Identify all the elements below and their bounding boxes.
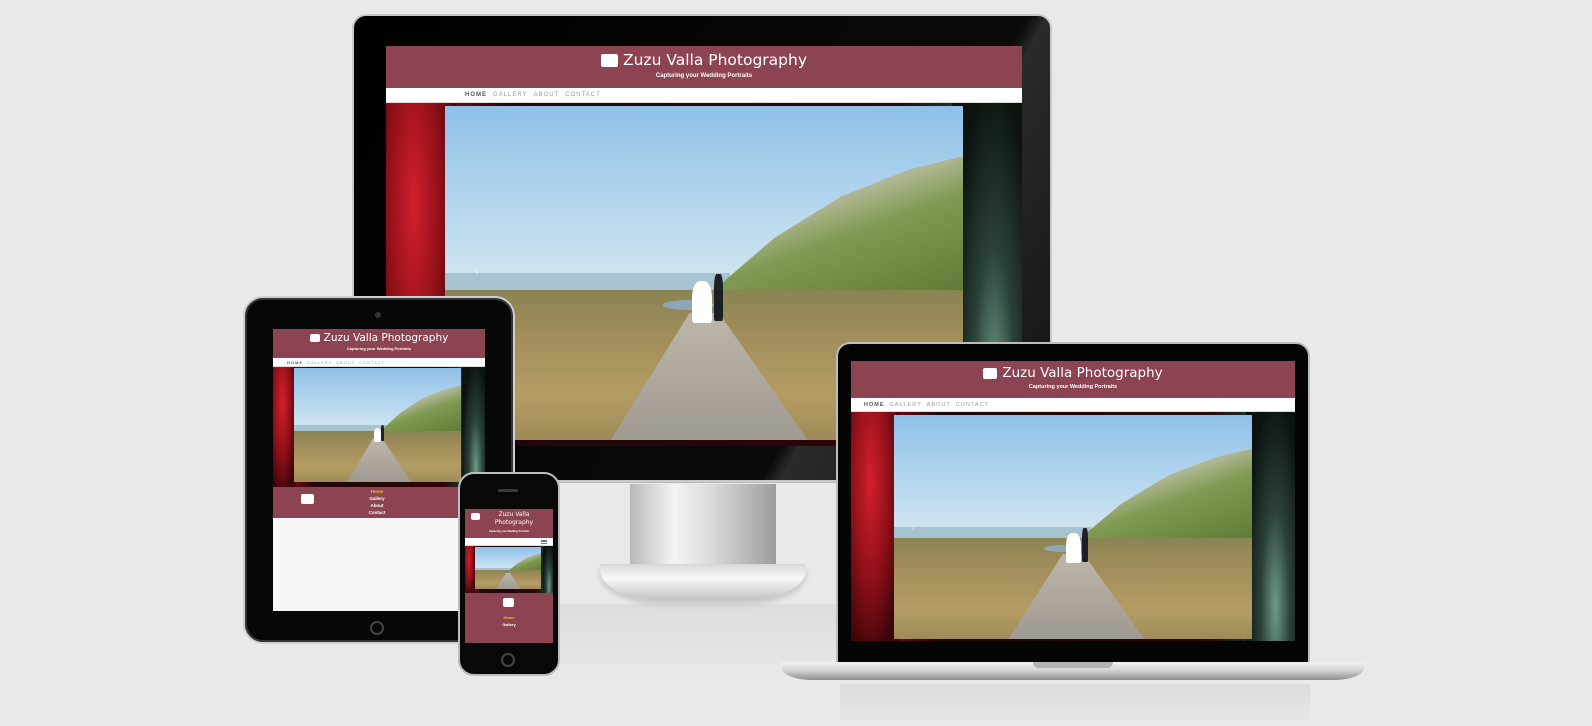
laptop-reflection: [840, 684, 1310, 726]
nav-contact[interactable]: CONTACT: [565, 92, 601, 98]
camera-icon: [600, 53, 618, 67]
main-nav: HOME GALLERY ABOUT CONTACT: [851, 398, 1295, 412]
site-tagline: Capturing your Wedding Portraits: [1028, 384, 1118, 390]
camera-icon: [309, 334, 320, 342]
nav-gallery[interactable]: GALLERY: [307, 360, 332, 365]
site-header: Zuzu Valla Photography Capturing your We…: [465, 509, 553, 538]
nav-home[interactable]: HOME: [465, 92, 487, 98]
monitor-stand-base: [600, 564, 806, 600]
rose-background: [273, 367, 297, 487]
monitor-stand-neck: [630, 484, 776, 568]
footer-camera-icon: [301, 494, 314, 504]
main-nav: HOME GALLERY ABOUT CONTACT: [273, 358, 485, 367]
nav-about[interactable]: ABOUT: [534, 92, 560, 98]
phone-speaker: [498, 489, 518, 492]
tablet-camera: [375, 312, 381, 318]
footer-camera-icon: [503, 598, 514, 607]
leaf-background: [461, 367, 485, 487]
nav-about[interactable]: ABOUT: [336, 360, 355, 365]
nav-gallery[interactable]: GALLERY: [890, 402, 922, 408]
hero-photo[interactable]: ‹: [894, 415, 1252, 639]
footer-home[interactable]: Home: [361, 488, 393, 495]
site-footer: Home Gallery: [465, 593, 553, 643]
nav-about[interactable]: ABOUT: [927, 402, 951, 408]
main-nav: [465, 538, 553, 546]
phone-screen: Zuzu Valla Photography Capturing your We…: [465, 509, 553, 643]
hero-section: [273, 367, 485, 487]
nav-contact[interactable]: CONTACT: [359, 360, 385, 365]
laptop-notch: [1033, 662, 1113, 668]
hero-section: [465, 546, 553, 593]
footer-gallery[interactable]: Gallery: [361, 495, 393, 502]
main-nav: HOME GALLERY ABOUT CONTACT: [386, 88, 1022, 103]
site-title: Zuzu Valla Photography: [1002, 365, 1163, 381]
site-header: Zuzu Valla Photography Capturing your We…: [273, 329, 485, 358]
rose-background: [851, 412, 900, 641]
site-tagline: Capturing your Wedding Portraits: [655, 73, 753, 79]
footer-gallery[interactable]: Gallery: [465, 621, 553, 628]
footer-about[interactable]: About: [361, 502, 393, 509]
laptop-screen: Zuzu Valla Photography Capturing your We…: [851, 361, 1295, 641]
hero-photo[interactable]: [294, 368, 461, 482]
site-tagline: Capturing your Wedding Portraits: [346, 346, 412, 351]
tablet-screen: Zuzu Valla Photography Capturing your We…: [273, 329, 485, 611]
carousel-prev-icon[interactable]: ‹: [912, 523, 915, 534]
hamburger-menu-icon[interactable]: [541, 539, 547, 544]
nav-home[interactable]: HOME: [287, 360, 303, 365]
brand[interactable]: Zuzu Valla Photography: [386, 51, 1022, 69]
brand[interactable]: Zuzu Valla Photography: [273, 332, 485, 344]
nav-gallery[interactable]: GALLERY: [493, 92, 528, 98]
nav-home[interactable]: HOME: [864, 402, 885, 408]
carousel-prev-icon[interactable]: ‹: [475, 264, 479, 278]
tablet-home-button: [370, 621, 384, 635]
leaf-background: [1246, 412, 1295, 641]
nav-contact[interactable]: CONTACT: [956, 402, 989, 408]
site-footer: Home Gallery About Contact f ◎ 🐦: [273, 487, 485, 518]
camera-icon: [983, 367, 998, 379]
phone-home-button: [501, 653, 515, 667]
site-tagline: Capturing your Wedding Portraits: [488, 530, 530, 533]
site-title-line-1[interactable]: Zuzu Valla: [465, 511, 553, 518]
hero-photo[interactable]: [475, 547, 541, 589]
brand[interactable]: Zuzu Valla Photography: [851, 365, 1295, 381]
site-title: Zuzu Valla Photography: [323, 332, 449, 344]
site-header: Zuzu Valla Photography Capturing your We…: [386, 46, 1022, 88]
rose-background: [465, 546, 475, 593]
footer-home[interactable]: Home: [465, 614, 553, 621]
site-title-line-2[interactable]: Photography: [465, 519, 553, 526]
site-header: Zuzu Valla Photography Capturing your We…: [851, 361, 1295, 398]
footer-contact[interactable]: Contact: [361, 509, 393, 516]
site-title: Zuzu Valla Photography: [622, 51, 808, 69]
hero-section: ‹: [851, 412, 1295, 641]
leaf-background: [543, 546, 553, 593]
